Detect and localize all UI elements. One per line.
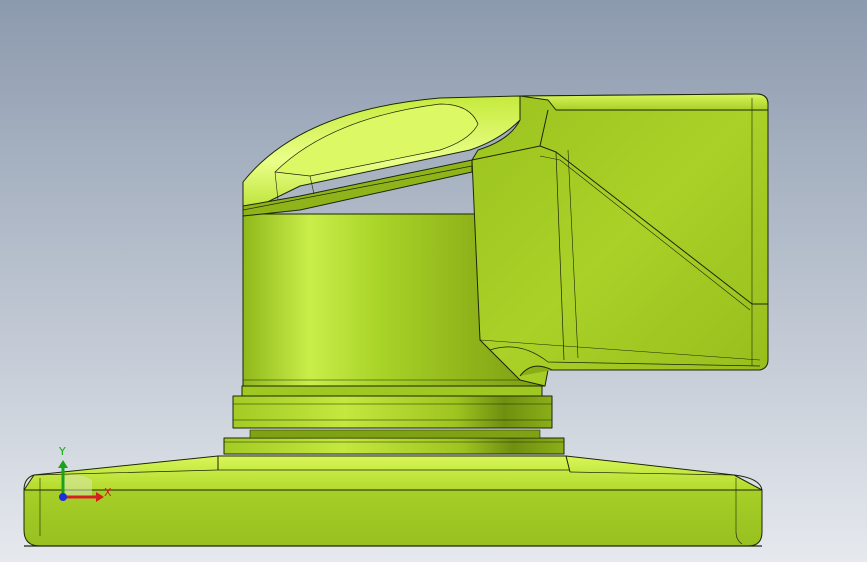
- x-axis-label: X: [104, 486, 112, 499]
- z-axis-dot: [59, 493, 67, 501]
- graphics-viewport[interactable]: X Y: [0, 0, 867, 562]
- lower-flange[interactable]: [223, 429, 565, 455]
- rotation-ring[interactable]: [232, 385, 553, 429]
- base-plate[interactable]: [23, 455, 763, 547]
- y-axis-label: Y: [58, 445, 66, 458]
- camera-housing[interactable]: [471, 93, 769, 387]
